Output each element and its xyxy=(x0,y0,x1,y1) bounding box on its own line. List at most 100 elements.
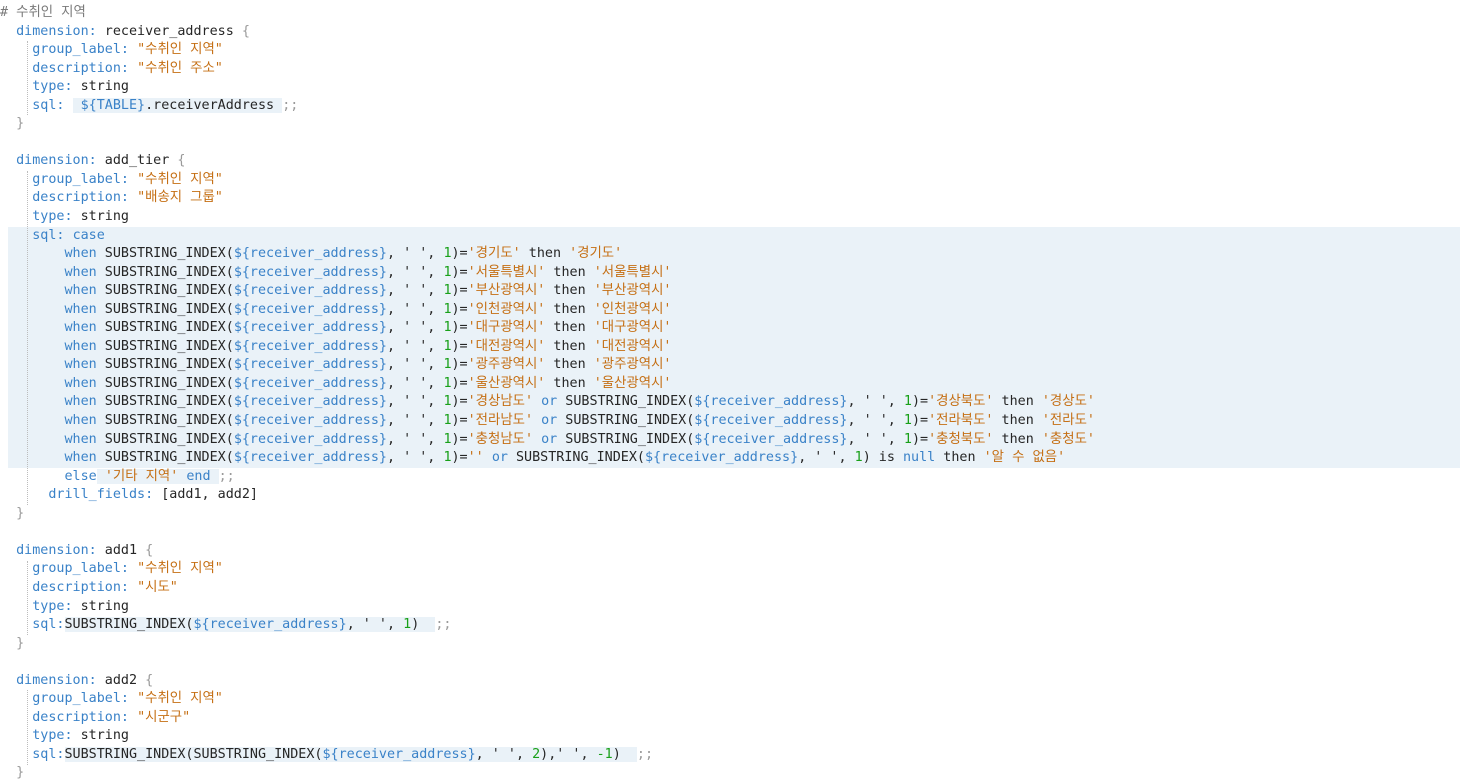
code-token: SUBSTRING_INDEX( xyxy=(96,264,234,280)
code-line: type: string xyxy=(0,598,1460,617)
code-token: ) xyxy=(612,746,637,762)
code-token: .receiverAddress xyxy=(145,97,283,113)
code-token: description: xyxy=(32,579,129,595)
code-token: null xyxy=(903,450,936,466)
code-token: sql: xyxy=(32,746,65,762)
code-token: description: xyxy=(32,709,129,725)
code-token: '충청북도' xyxy=(928,431,994,447)
code-token: , ' ', xyxy=(847,413,904,429)
code-token: SUBSTRING_INDEX( xyxy=(96,338,234,354)
code-token: description: xyxy=(32,190,129,206)
code-token: )= xyxy=(911,413,929,429)
code-token: )= xyxy=(451,375,468,391)
code-token: "수취인 지역" xyxy=(137,691,223,707)
code-token: sql: xyxy=(32,617,65,633)
indent-guide xyxy=(27,560,29,635)
code-token: '대구광역시' xyxy=(593,320,672,336)
code-token: '대전광역시' xyxy=(467,338,546,354)
code-token: receiver_address xyxy=(96,23,242,39)
code-line: # 수취인 지역 xyxy=(0,4,1460,23)
code-token: )= xyxy=(911,431,929,447)
code-token: 1 xyxy=(443,413,452,429)
code-token: , ' ', xyxy=(387,338,444,354)
code-token: then xyxy=(545,357,594,373)
code-token xyxy=(96,468,105,484)
code-token: SUBSTRING_INDEX( xyxy=(96,431,234,447)
code-token: '광주광역시' xyxy=(467,357,546,373)
code-token: "수취인 주소" xyxy=(137,60,223,76)
code-token: , ' ', xyxy=(387,301,444,317)
code-token: "시군구" xyxy=(137,709,191,725)
code-token: 1 xyxy=(443,338,452,354)
code-token: '서울특별시' xyxy=(593,264,672,280)
code-token: , ' ', xyxy=(475,746,533,762)
code-token: ),' ', xyxy=(540,746,597,762)
code-token: , ' ', xyxy=(387,283,444,299)
code-token: ;; xyxy=(636,746,654,762)
code-token: '인천광역시' xyxy=(467,301,546,317)
code-token: "수취인 지역" xyxy=(137,561,223,577)
code-token: SUBSTRING_INDEX( xyxy=(96,246,234,262)
code-line: when SUBSTRING_INDEX(${receiver_address}… xyxy=(0,430,1460,450)
code-line: } xyxy=(0,505,1460,524)
code-token: SUBSTRING_INDEX( xyxy=(557,413,695,429)
code-line: type: string xyxy=(0,78,1460,97)
code-token: '전라남도' xyxy=(467,413,534,429)
code-line: } xyxy=(0,764,1460,783)
code-line: dimension: add1 { xyxy=(0,542,1460,561)
code-token: SUBSTRING_INDEX( xyxy=(96,450,234,466)
code-token: then xyxy=(545,338,594,354)
code-token: when xyxy=(64,320,97,336)
code-token: , ' ', xyxy=(847,431,904,447)
code-token: string xyxy=(72,209,129,225)
code-token: )= xyxy=(451,246,468,262)
code-line: when SUBSTRING_INDEX(${receiver_address}… xyxy=(0,412,1460,431)
code-token: dimension: xyxy=(16,23,97,39)
code-token: , ' ', xyxy=(387,320,444,336)
code-token: when xyxy=(64,301,97,317)
code-line: description: "시도" xyxy=(0,579,1460,598)
code-token: '경기도' xyxy=(569,246,623,262)
code-token: ${receiver_address} xyxy=(233,431,387,447)
code-editor[interactable]: # 수취인 지역 dimension: receiver_address { g… xyxy=(0,0,1460,780)
code-line: dimension: receiver_address { xyxy=(0,23,1460,42)
code-token: , ' ', xyxy=(387,264,444,280)
code-token: [add1, add2] xyxy=(153,487,258,503)
code-token: when xyxy=(64,431,97,447)
code-token: ${receiver_address} xyxy=(233,301,387,317)
code-token: '부산광역시' xyxy=(467,283,546,299)
code-token: '전라도' xyxy=(1041,413,1095,429)
code-line: when SUBSTRING_INDEX(${receiver_address}… xyxy=(0,374,1460,394)
code-token: '울산광역시' xyxy=(467,375,546,391)
code-token: type: xyxy=(32,728,73,744)
code-token: sql: xyxy=(32,227,65,243)
code-token: group_label: xyxy=(32,691,129,707)
code-token: when xyxy=(64,246,97,262)
code-line: when SUBSTRING_INDEX(${receiver_address}… xyxy=(0,393,1460,412)
code-token: '알 수 없음' xyxy=(983,450,1066,466)
code-token: , ' ', xyxy=(387,246,444,262)
indent-guide xyxy=(27,41,29,116)
code-token: ;; xyxy=(218,468,235,484)
code-token: '전라북도' xyxy=(928,413,994,429)
code-line: drill_fields: [add1, add2] xyxy=(0,486,1460,505)
code-line: description: "배송지 그룹" xyxy=(0,189,1460,208)
code-line: description: "시군구" xyxy=(0,709,1460,728)
code-token: string xyxy=(72,598,129,614)
code-line: group_label: "수취인 지역" xyxy=(0,171,1460,190)
code-line: sql:SUBSTRING_INDEX(SUBSTRING_INDEX(${re… xyxy=(0,746,1460,765)
code-token: 1 xyxy=(443,357,452,373)
code-line: else '기타 지역' end ;; xyxy=(0,468,1460,487)
